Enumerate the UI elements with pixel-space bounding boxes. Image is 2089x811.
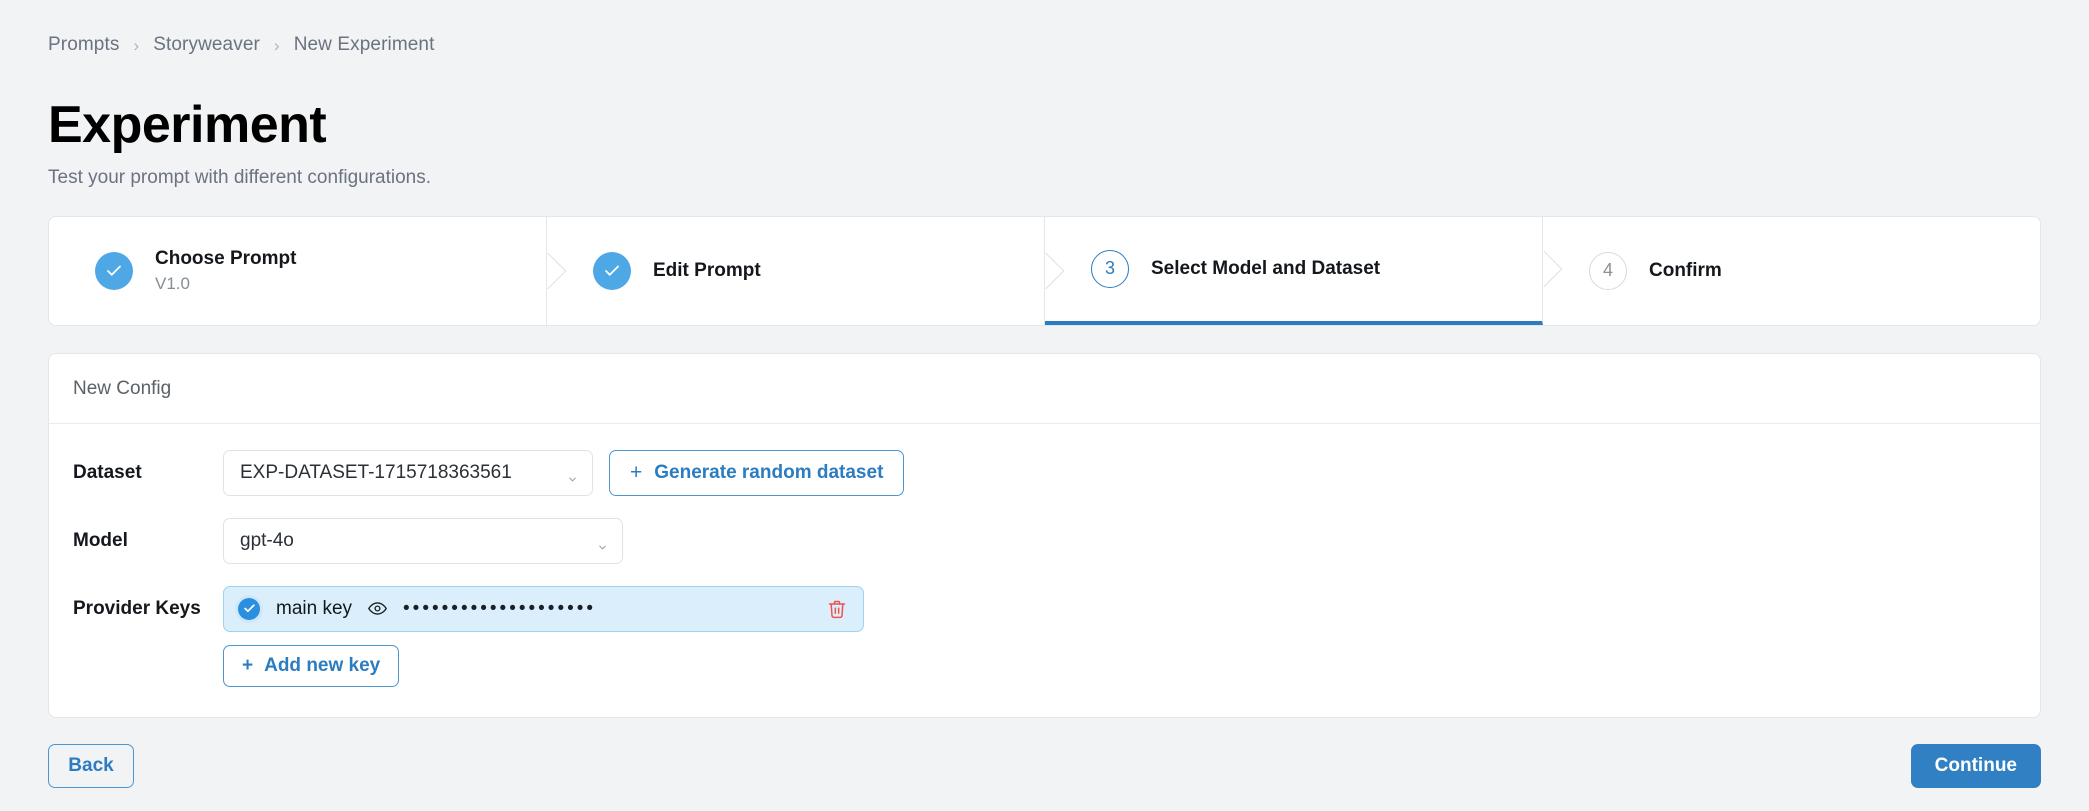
check-circle-icon[interactable] [238, 597, 260, 620]
trash-icon[interactable] [827, 599, 847, 619]
provider-key-masked-value: •••••••••••••••••••• [403, 599, 597, 619]
dataset-fields: EXP-DATASET-1715718363561 + Generate ran… [223, 449, 905, 496]
model-select[interactable]: gpt-4o [223, 517, 623, 564]
step-select-model-and-dataset[interactable]: 3 Select Model and Dataset [1045, 216, 1563, 325]
breadcrumb-separator-icon: › [133, 35, 140, 55]
page-subtitle: Test your prompt with different configur… [48, 166, 432, 188]
provider-keys-label: Provider Keys [73, 597, 201, 619]
step-3-label: Select Model and Dataset [1151, 257, 1381, 279]
add-new-key-button[interactable]: + Add new key [223, 644, 400, 687]
plus-icon: + [242, 654, 254, 676]
chevron-down-icon [567, 469, 578, 482]
model-fields: gpt-4o [223, 517, 623, 564]
dataset-row: Dataset EXP-DATASET-1715718363561 + Gene… [73, 449, 2016, 496]
provider-keys-list: main key •••••••••••••••••••• + Add new … [223, 585, 864, 687]
chevron-down-icon [597, 537, 608, 550]
step-edit-prompt[interactable]: Edit Prompt [547, 216, 1065, 325]
config-card-body: Dataset EXP-DATASET-1715718363561 + Gene… [49, 424, 2040, 717]
provider-key-item[interactable]: main key •••••••••••••••••••• [223, 585, 864, 632]
plus-icon: + [630, 461, 643, 485]
provider-key-name: main key [276, 597, 353, 619]
eye-icon[interactable] [368, 599, 387, 618]
model-select-value: gpt-4o [240, 529, 294, 551]
config-card-heading: New Config [49, 354, 2040, 424]
step-1-text: Choose Prompt V1.0 [155, 247, 296, 294]
continue-button[interactable]: Continue [1910, 743, 2041, 788]
page-title: Experiment [48, 96, 327, 154]
step-choose-prompt[interactable]: Choose Prompt V1.0 [49, 216, 567, 325]
breadcrumb-separator-icon: › [273, 35, 280, 55]
dataset-label: Dataset [73, 461, 142, 483]
step-4-number: 4 [1589, 251, 1627, 290]
step-2-check-icon [593, 251, 631, 290]
model-row: Model gpt-4o [73, 517, 2016, 564]
generate-random-dataset-button[interactable]: + Generate random dataset [609, 449, 905, 496]
step-3-text: Select Model and Dataset [1151, 257, 1380, 281]
experiment-page: Prompts › Storyweaver › New Experiment E… [0, 0, 2089, 788]
stepper: Choose Prompt V1.0 Edit Prompt 3 Select … [48, 215, 2041, 326]
provider-keys-row: Provider Keys main key •••••••••••••••••… [73, 585, 2016, 687]
add-new-key-label: Add new key [264, 654, 381, 676]
dataset-select-value: EXP-DATASET-1715718363561 [240, 461, 512, 483]
step-1-label: Choose Prompt [155, 248, 297, 270]
wizard-footer: Back Continue [48, 743, 2041, 788]
dataset-select[interactable]: EXP-DATASET-1715718363561 [223, 449, 593, 496]
generate-random-dataset-label: Generate random dataset [654, 461, 884, 483]
step-3-number: 3 [1091, 249, 1129, 288]
breadcrumb-item-storyweaver[interactable]: Storyweaver [153, 34, 260, 56]
breadcrumb: Prompts › Storyweaver › New Experiment [48, 0, 2041, 56]
step-1-sublabel: V1.0 [155, 273, 190, 293]
model-label: Model [73, 529, 128, 551]
step-confirm[interactable]: 4 Confirm [1543, 216, 2040, 325]
step-2-label: Edit Prompt [653, 259, 761, 281]
back-button[interactable]: Back [48, 743, 134, 788]
breadcrumb-item-prompts[interactable]: Prompts [48, 34, 119, 56]
step-4-text: Confirm [1649, 259, 1722, 283]
breadcrumb-item-new-experiment: New Experiment [293, 34, 435, 55]
step-2-text: Edit Prompt [653, 259, 761, 283]
step-1-check-icon [95, 251, 133, 290]
step-4-label: Confirm [1649, 259, 1722, 281]
config-card: New Config Dataset EXP-DATASET-171571836… [48, 352, 2041, 718]
